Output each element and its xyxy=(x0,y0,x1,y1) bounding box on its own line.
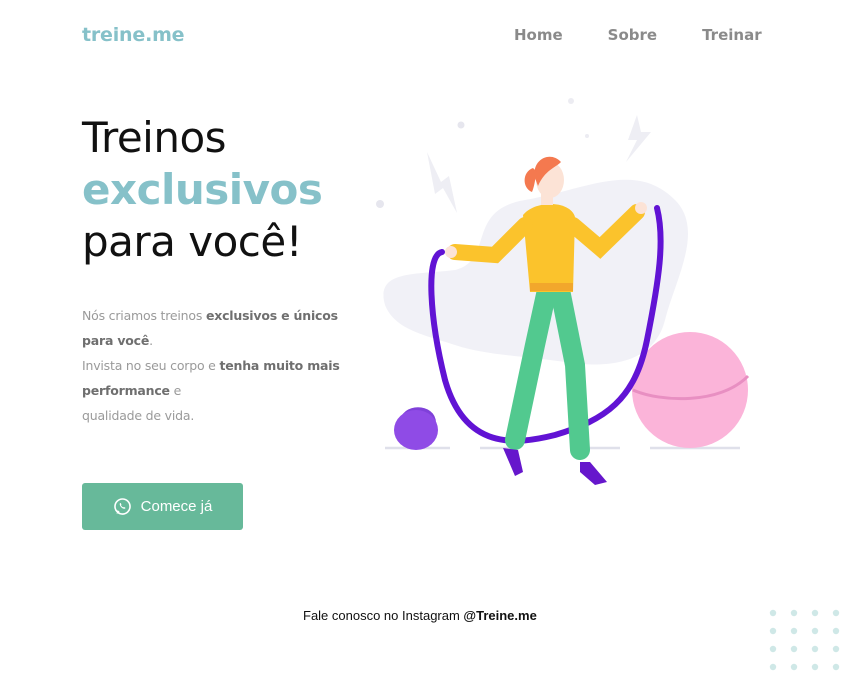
decor-dot xyxy=(568,98,574,104)
nav-treinar[interactable]: Treinar xyxy=(702,26,762,44)
desc-text: Nós criamos treinos xyxy=(82,308,206,323)
main-nav: Home Sobre Treinar xyxy=(514,26,762,44)
decorative-dot-grid xyxy=(769,609,840,671)
decor-dot xyxy=(457,121,465,129)
comece-ja-button[interactable]: Comece já xyxy=(82,483,243,530)
decor-dot xyxy=(376,200,384,208)
footer-text: Fale conosco no Instagram xyxy=(303,608,464,623)
lightning-bolt xyxy=(626,115,651,162)
whatsapp-icon xyxy=(113,498,131,515)
nav-home[interactable]: Home xyxy=(514,26,563,44)
comece-ja-label: Comece já xyxy=(140,498,213,515)
desc-text: . xyxy=(149,333,153,348)
instagram-handle-link[interactable]: @Treine.me xyxy=(463,608,536,623)
decor-dot xyxy=(585,134,589,138)
nav-sobre[interactable]: Sobre xyxy=(608,26,657,44)
lightning-bolt xyxy=(427,152,457,213)
logo[interactable]: treine.me xyxy=(82,24,185,46)
hero-title-accent: exclusivos xyxy=(82,165,323,214)
desc-text: Invista no seu corpo e xyxy=(82,358,220,373)
hero-description: Nós criamos treinos exclusivos e únicos … xyxy=(82,303,357,428)
desc-text: e xyxy=(169,383,182,398)
hero-title-line3: para você! xyxy=(82,217,303,266)
person-hoodie xyxy=(523,203,575,292)
hero-title: Treinos exclusivos para você! xyxy=(82,112,323,268)
jump-rope-illustration xyxy=(376,98,750,485)
hero-title-line1: Treinos xyxy=(82,113,227,162)
desc-text: qualidade de vida. xyxy=(82,408,195,423)
